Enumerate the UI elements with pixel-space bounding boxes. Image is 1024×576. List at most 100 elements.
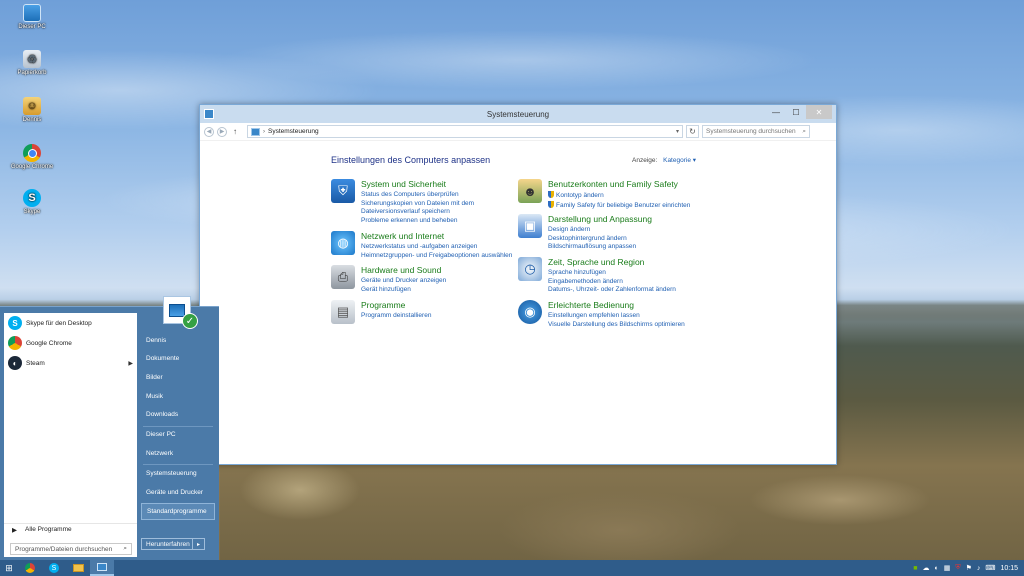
category-title[interactable]: Zeit, Sprache und Region	[548, 257, 676, 267]
chevron-down-icon[interactable]: ▾	[676, 128, 679, 135]
skype-icon: S	[49, 563, 59, 573]
start-place-documents[interactable]: Dokumente	[141, 350, 215, 367]
taskbar-chrome-button[interactable]	[18, 560, 42, 576]
steam-icon: ◐	[8, 356, 22, 370]
window-titlebar[interactable]: Systemsteuerung — ☐ ✕	[200, 105, 836, 123]
start-item-steam[interactable]: ◐ Steam ▶	[4, 353, 137, 373]
start-place-this-pc[interactable]: Dieser PC	[141, 426, 215, 443]
control-panel-icon	[97, 563, 107, 571]
category-link[interactable]: Einstellungen empfehlen lassen	[548, 312, 685, 321]
category-link[interactable]: Netzwerkstatus und -aufgaben anzeigen	[361, 243, 512, 252]
all-programs-button[interactable]: ▶ Alle Programme	[4, 523, 137, 535]
chevron-right-icon: ▶	[12, 526, 17, 534]
desktop-icon-user-folder[interactable]: ☺ Dennis	[10, 97, 54, 123]
category-link[interactable]: Eingabemethoden ändern	[548, 278, 676, 287]
address-path: Systemsteuerung	[268, 128, 319, 135]
category-link[interactable]: Heimnetzgruppen- und Freigabeoptionen au…	[361, 252, 512, 261]
category-link[interactable]: Design ändern	[548, 226, 652, 235]
programs-icon: ▤	[331, 300, 355, 324]
user-avatar[interactable]: ✓	[163, 296, 198, 329]
category-link[interactable]: Datums-, Uhrzeit- oder Zahlenformat ände…	[548, 286, 676, 295]
view-by-dropdown[interactable]: Kategorie ▾	[663, 157, 696, 164]
category-ease-of-access: ◉ Erleichterte Bedienung Einstellungen e…	[518, 300, 685, 329]
flag-icon[interactable]: ⚑	[966, 564, 972, 572]
category-link[interactable]: Sicherungskopien von Dateien mit dem Dat…	[361, 200, 479, 217]
category-title[interactable]: Netzwerk und Internet	[361, 231, 512, 241]
category-link[interactable]: Probleme erkennen und beheben	[361, 217, 479, 226]
printer-icon: ⎙	[331, 265, 355, 289]
category-title[interactable]: Darstellung und Anpassung	[548, 214, 652, 224]
category-title[interactable]: Benutzerkonten und Family Safety	[548, 179, 690, 189]
close-button[interactable]: ✕	[806, 105, 832, 119]
category-link[interactable]: Bildschirmauflösung anpassen	[548, 243, 652, 252]
network-icon[interactable]: ▦	[944, 564, 951, 572]
category-user-accounts: ☻ Benutzerkonten und Family Safety Konto…	[518, 179, 690, 210]
start-item-label: Google Chrome	[26, 339, 72, 347]
start-menu-programs-pane: S Skype für den Desktop Google Chrome ◐ …	[4, 313, 137, 557]
speaker-icon[interactable]: ♪	[977, 565, 981, 572]
start-place-default-programs[interactable]: Standardprogramme	[141, 503, 215, 520]
address-field[interactable]: › Systemsteuerung ▾	[247, 125, 683, 138]
category-link[interactable]: Visuelle Darstellung des Bildschirms opt…	[548, 321, 685, 330]
category-title[interactable]: System und Sicherheit	[361, 179, 479, 189]
category-link[interactable]: Geräte und Drucker anzeigen	[361, 277, 446, 286]
accessibility-icon: ◉	[518, 300, 542, 324]
minimize-button[interactable]: —	[766, 105, 786, 119]
category-link[interactable]: Status des Computers überprüfen	[361, 191, 479, 200]
up-arrow-icon[interactable]: ↑	[230, 127, 240, 136]
category-link[interactable]: Kontotyp ändern	[548, 191, 690, 201]
start-item-skype[interactable]: S Skype für den Desktop	[4, 313, 137, 333]
refresh-button[interactable]: ↻	[686, 125, 699, 138]
category-link[interactable]: Programm deinstallieren	[361, 312, 431, 321]
start-place-music[interactable]: Musik	[141, 388, 215, 405]
category-clock-region: ◷ Zeit, Sprache und Region Sprache hinzu…	[518, 257, 676, 295]
start-place-pictures[interactable]: Bilder	[141, 369, 215, 386]
category-link[interactable]: Desktophintergrund ändern	[548, 235, 652, 244]
monitor-icon	[169, 303, 185, 317]
keyboard-icon[interactable]: ⌨	[985, 564, 995, 572]
start-button[interactable]: ⊞	[0, 560, 18, 576]
start-place-control-panel[interactable]: Systemsteuerung	[141, 465, 215, 482]
category-link[interactable]: Sprache hinzufügen	[548, 269, 676, 278]
user-folder-icon: ☺	[23, 97, 41, 115]
category-network-internet: ◍ Netzwerk und Internet Netzwerkstatus u…	[331, 231, 512, 260]
nvidia-icon[interactable]: ■	[913, 565, 917, 572]
start-item-label: Steam	[26, 359, 45, 367]
taskbar-control-panel-button[interactable]	[90, 560, 114, 576]
shutdown-button[interactable]: Herunterfahren	[141, 538, 193, 550]
clock-globe-icon: ◷	[518, 257, 542, 281]
desktop-icon-recycle-bin[interactable]: ♻ Papierkorb	[10, 50, 54, 76]
steam-icon[interactable]: ◐	[934, 565, 938, 572]
desktop-icon-this-pc[interactable]: Dieser PC	[10, 4, 54, 30]
taskbar-explorer-button[interactable]	[66, 560, 90, 576]
taskbar-skype-button[interactable]: S	[42, 560, 66, 576]
start-place-devices-printers[interactable]: Geräte und Drucker	[141, 484, 215, 501]
start-place-network[interactable]: Netzwerk	[141, 445, 215, 462]
desktop-icon-skype[interactable]: S Skype	[10, 189, 54, 215]
page-title: Einstellungen des Computers anpassen	[331, 155, 491, 165]
maximize-button[interactable]: ☐	[786, 105, 806, 119]
clock[interactable]: 10:15	[1000, 565, 1018, 572]
chevron-right-icon[interactable]: ▸	[193, 538, 205, 550]
category-title[interactable]: Erleichterte Bedienung	[548, 300, 685, 310]
desktop-icon-chrome[interactable]: Google Chrome	[10, 144, 54, 170]
category-title[interactable]: Programme	[361, 300, 431, 310]
chevron-right-icon[interactable]: ▶	[128, 360, 133, 367]
category-appearance: ▣ Darstellung und Anpassung Design änder…	[518, 214, 652, 252]
start-place-downloads[interactable]: Downloads	[141, 406, 215, 423]
search-input[interactable]: Systemsteuerung durchsuchen ⌕	[702, 125, 810, 138]
control-panel-window: Systemsteuerung — ☐ ✕ ◀ ▶ ↑ › Systemsteu…	[199, 104, 837, 465]
view-by-label: Anzeige:	[632, 157, 658, 164]
category-title[interactable]: Hardware und Sound	[361, 265, 446, 275]
category-link[interactable]: Family Safety für beliebige Benutzer ein…	[548, 200, 690, 211]
start-search-input[interactable]: Programme/Dateien durchsuchen ⌕	[10, 543, 132, 555]
forward-button[interactable]: ▶	[217, 126, 227, 137]
onedrive-icon[interactable]: ☁	[922, 564, 929, 572]
window-title: Systemsteuerung	[486, 109, 550, 119]
start-item-chrome[interactable]: Google Chrome	[4, 333, 137, 353]
back-button[interactable]: ◀	[204, 126, 214, 137]
shield-icon[interactable]: ⛨	[955, 564, 960, 572]
start-place-user[interactable]: Dennis	[141, 332, 215, 349]
breadcrumb-chevron-icon: ›	[263, 128, 265, 135]
category-link[interactable]: Gerät hinzufügen	[361, 286, 446, 295]
